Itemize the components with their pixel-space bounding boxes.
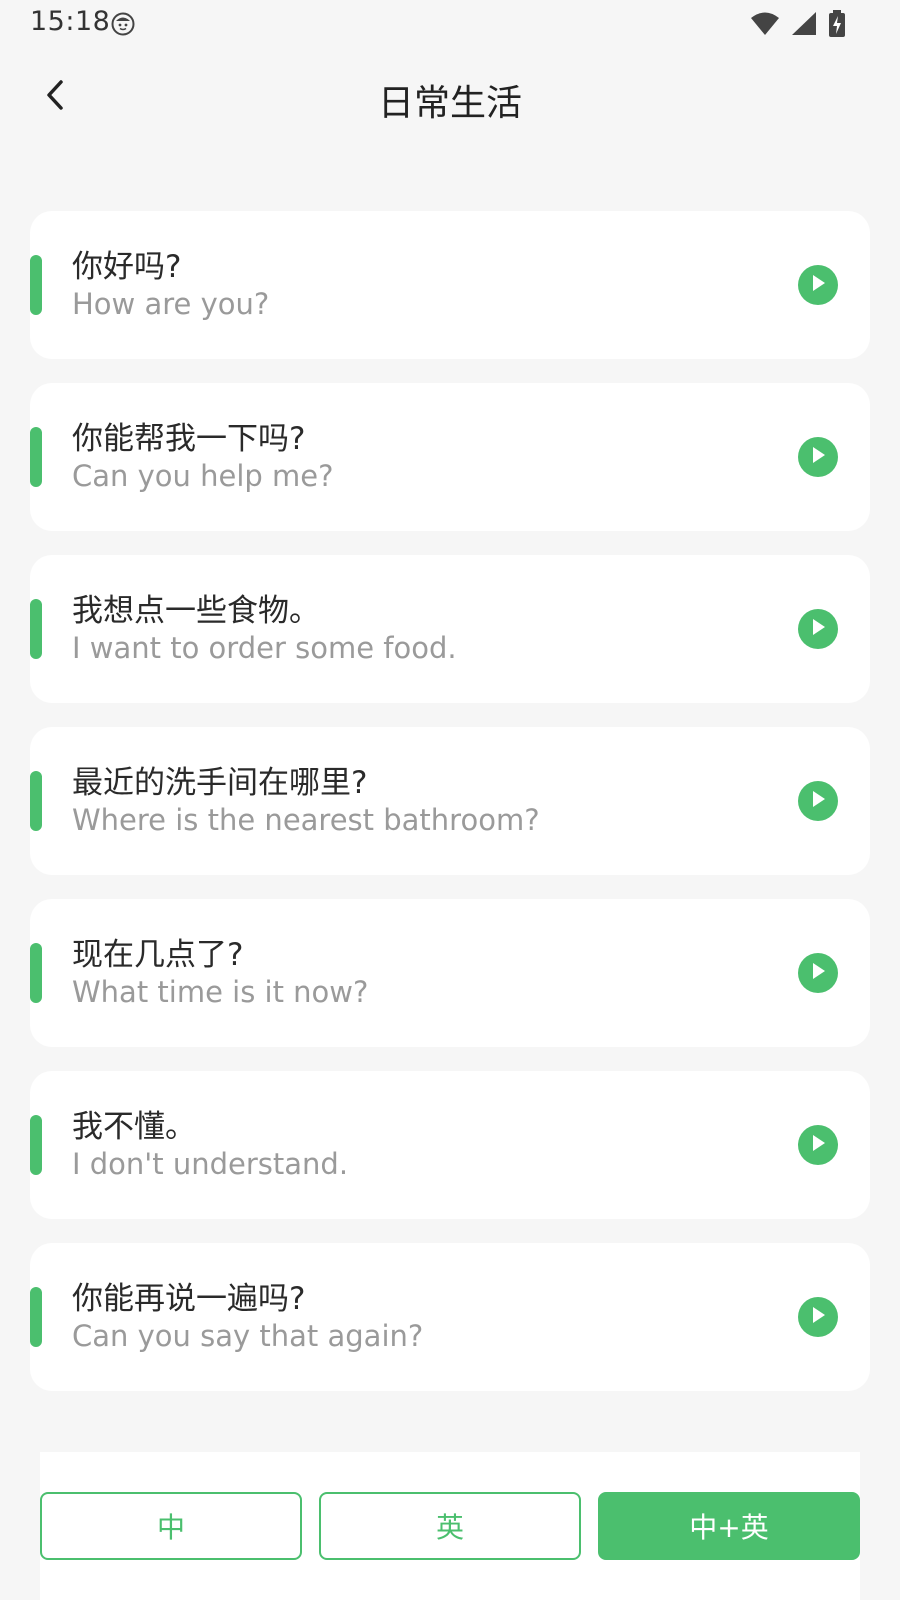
accent-bar bbox=[30, 255, 42, 315]
phrase-english: How are you? bbox=[72, 287, 270, 321]
page-title: 日常生活 bbox=[377, 83, 522, 124]
phrase-card[interactable]: 我想点一些食物。 I want to order some food. bbox=[30, 555, 870, 703]
phrase-card[interactable]: 你好吗? How are you? bbox=[30, 211, 870, 359]
play-audio-button[interactable] bbox=[798, 609, 838, 649]
accent-bar bbox=[30, 1115, 42, 1175]
cell-signal-icon bbox=[790, 11, 818, 41]
play-audio-button[interactable] bbox=[798, 437, 838, 477]
play-icon bbox=[810, 1306, 826, 1328]
accent-bar bbox=[30, 1287, 42, 1347]
play-audio-button[interactable] bbox=[798, 1297, 838, 1337]
phrase-card[interactable]: 现在几点了? What time is it now? bbox=[30, 899, 870, 1047]
app-header: 日常生活 bbox=[0, 60, 900, 140]
phrase-list: 你好吗? How are you? 你能帮我一下吗? Can you help … bbox=[30, 211, 870, 1415]
battery-charging-icon bbox=[828, 10, 846, 42]
phrase-chinese: 我不懂。 bbox=[72, 1109, 196, 1145]
phrase-english: I don't understand. bbox=[72, 1147, 349, 1181]
phrase-card[interactable]: 我不懂。 I don't understand. bbox=[30, 1071, 870, 1219]
phrase-english: Where is the nearest bathroom? bbox=[72, 803, 540, 837]
phrase-english: I want to order some food. bbox=[72, 631, 457, 665]
phrase-card[interactable]: 你能帮我一下吗? Can you help me? bbox=[30, 383, 870, 531]
phrase-chinese: 现在几点了? bbox=[72, 937, 244, 973]
accent-bar bbox=[30, 599, 42, 659]
status-icons bbox=[750, 10, 846, 42]
mode-chinese-english-button[interactable]: 中+英 bbox=[598, 1492, 860, 1560]
phrase-card[interactable]: 你能再说一遍吗? Can you say that again? bbox=[30, 1243, 870, 1391]
phrase-card[interactable]: 最近的洗手间在哪里? Where is the nearest bathroom… bbox=[30, 727, 870, 875]
phrase-chinese: 最近的洗手间在哪里? bbox=[72, 765, 368, 801]
phrase-chinese: 你能帮我一下吗? bbox=[72, 421, 306, 457]
mode-english-button[interactable]: 英 bbox=[319, 1492, 581, 1560]
play-icon bbox=[810, 446, 826, 468]
play-icon bbox=[810, 962, 826, 984]
screen: 15:18 日常生活 你好吗? How are you? 你能帮我一下吗? Ca… bbox=[0, 0, 900, 1600]
face-icon bbox=[111, 12, 135, 36]
mode-button-group: 中 英 中+英 bbox=[40, 1492, 860, 1560]
play-audio-button[interactable] bbox=[798, 1125, 838, 1165]
mode-chinese-button[interactable]: 中 bbox=[40, 1492, 302, 1560]
status-time: 15:18 bbox=[30, 6, 111, 37]
language-mode-bar: 中 英 中+英 bbox=[40, 1452, 860, 1600]
accent-bar bbox=[30, 427, 42, 487]
phrase-english: Can you say that again? bbox=[72, 1319, 424, 1353]
accent-bar bbox=[30, 943, 42, 1003]
play-icon bbox=[810, 618, 826, 640]
phrase-chinese: 你好吗? bbox=[72, 249, 182, 285]
wifi-icon bbox=[750, 11, 780, 41]
accent-bar bbox=[30, 771, 42, 831]
play-icon bbox=[810, 790, 826, 812]
status-bar: 15:18 bbox=[0, 0, 900, 48]
phrase-english: What time is it now? bbox=[72, 975, 369, 1009]
play-icon bbox=[810, 274, 826, 296]
play-audio-button[interactable] bbox=[798, 953, 838, 993]
play-audio-button[interactable] bbox=[798, 781, 838, 821]
phrase-english: Can you help me? bbox=[72, 459, 334, 493]
play-audio-button[interactable] bbox=[798, 265, 838, 305]
play-icon bbox=[810, 1134, 826, 1156]
phrase-chinese: 你能再说一遍吗? bbox=[72, 1281, 306, 1317]
phrase-chinese: 我想点一些食物。 bbox=[72, 593, 320, 629]
